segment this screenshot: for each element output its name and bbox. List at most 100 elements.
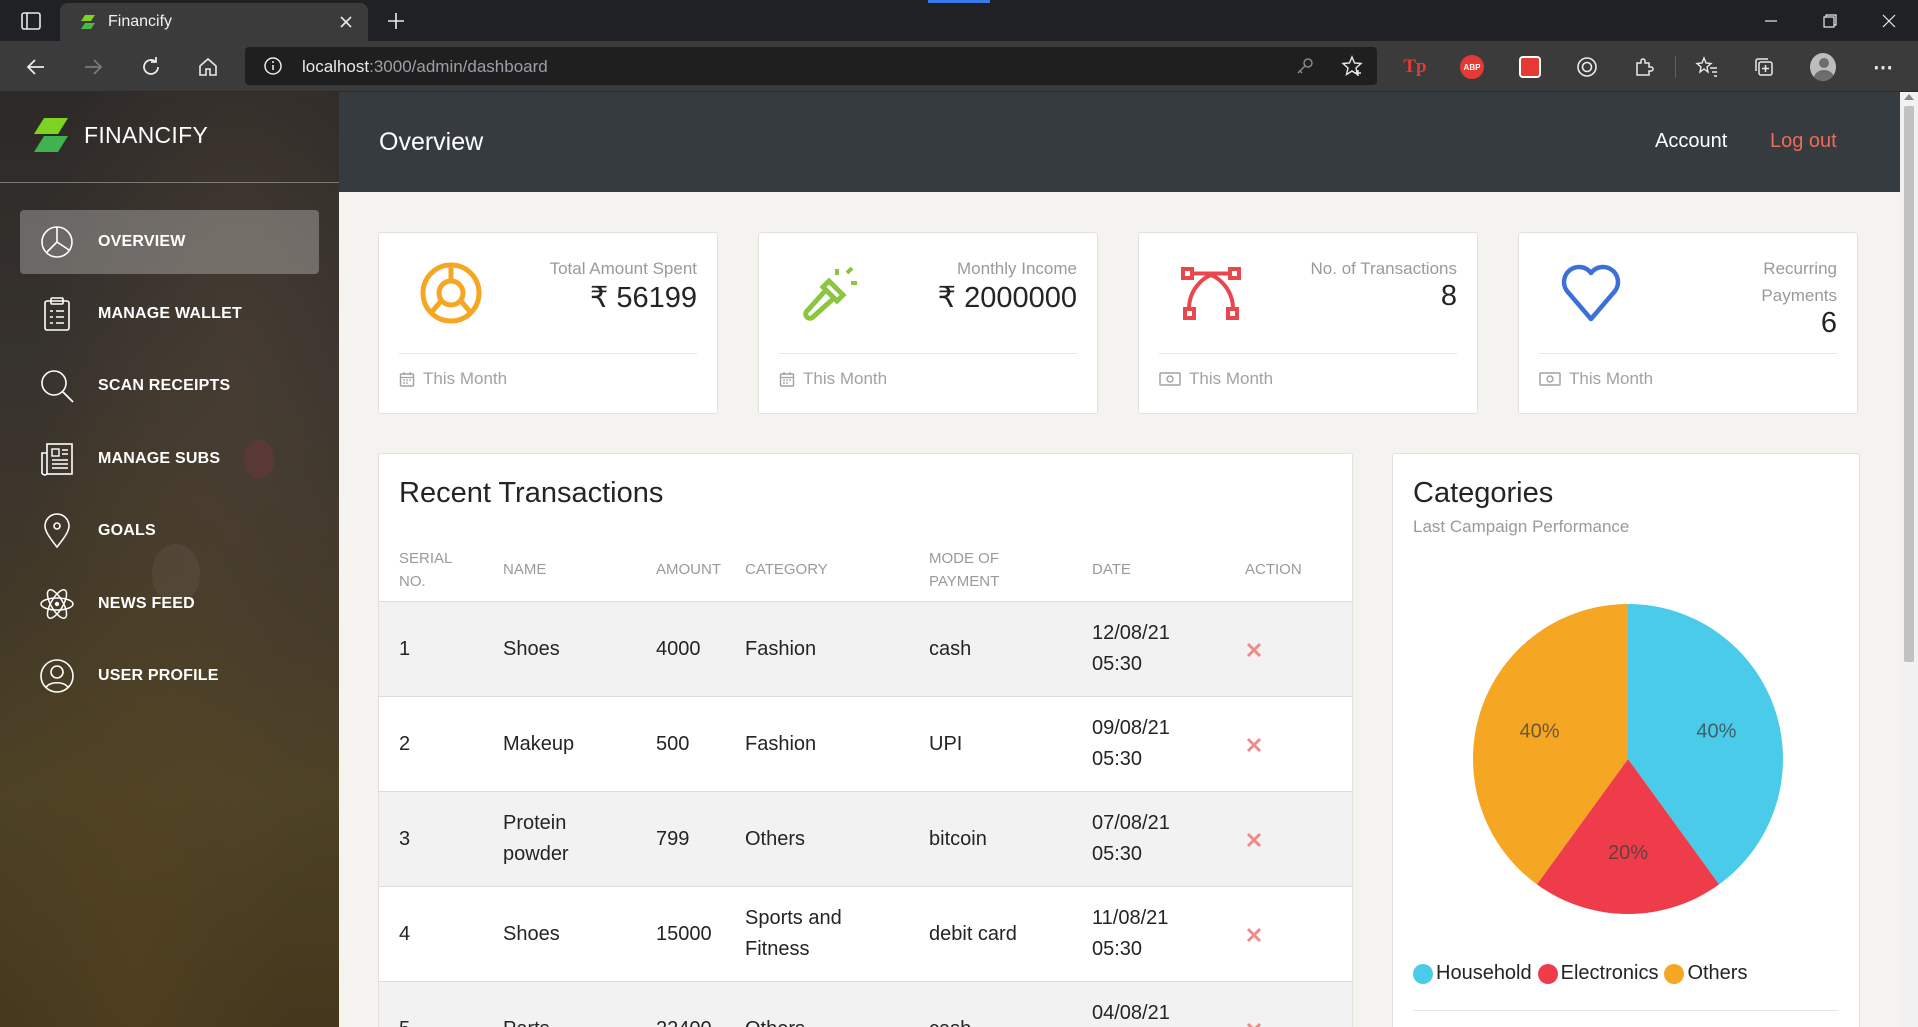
column-header: NAME (503, 561, 547, 578)
clipboard-icon (38, 295, 76, 333)
sidebar-item-overview[interactable]: OVERVIEW (20, 210, 319, 274)
stat-value: ₹ 2000000 (937, 282, 1077, 314)
transactions-title: Recent Transactions (399, 477, 664, 509)
atom-icon (38, 585, 76, 623)
sidebar-item-user-profile[interactable]: USER PROFILE (20, 644, 319, 708)
pie-slice-label: 40% (1520, 720, 1560, 742)
site-info-icon[interactable] (263, 56, 283, 76)
sidebar-item-manage-wallet[interactable]: MANAGE WALLET (20, 282, 319, 346)
column-header: MODE OF PAYMENT (929, 550, 1000, 590)
stat-divider (1159, 353, 1457, 354)
favorites-icon[interactable] (1694, 54, 1720, 80)
cell-serial: 3 (399, 828, 411, 850)
search-icon (38, 367, 76, 405)
delete-icon[interactable] (1246, 927, 1262, 943)
close-window-icon[interactable] (1867, 6, 1911, 36)
chart-legend: Household Electronics Others (1413, 962, 1753, 985)
tab-indicator (928, 0, 990, 3)
tab-actions-icon[interactable] (20, 10, 42, 32)
legend-item-electronics[interactable]: Electronics (1537, 962, 1658, 985)
sidebar-item-scan-receipts[interactable]: SCAN RECEIPTS (20, 354, 319, 418)
legend-item-household[interactable]: Household (1413, 962, 1532, 985)
adblock-extension-icon[interactable]: ABP (1459, 54, 1485, 80)
cell-name: Shoes (503, 638, 560, 660)
browser-tab[interactable]: Financify (60, 3, 368, 41)
sidebar-item-manage-subs[interactable]: MANAGE SUBS (20, 427, 319, 491)
delete-icon[interactable] (1246, 832, 1262, 848)
address-bar[interactable]: localhost:3000/admin/dashboard (245, 47, 1377, 85)
sidebar-item-news-feed[interactable]: NEWS FEED (20, 572, 319, 636)
stat-value: ₹ 56199 (589, 282, 697, 314)
tp-extension-icon[interactable]: Tp (1402, 54, 1428, 80)
stat-card-monthly-income: Monthly Income ₹ 2000000 This Month (758, 232, 1098, 414)
collections-icon[interactable] (1751, 54, 1777, 80)
screenshot-extension-icon[interactable] (1517, 54, 1543, 80)
cell-category: Fashion (745, 638, 817, 660)
cell-date: 09/08/21 (1092, 717, 1170, 739)
more-menu-icon[interactable]: ⋯ (1870, 54, 1896, 80)
top-header: Overview Account Log out (339, 92, 1900, 192)
cell-category: Others (745, 828, 806, 850)
sidebar-item-goals[interactable]: GOALS (20, 499, 319, 563)
home-icon[interactable] (194, 53, 222, 81)
stat-footer-label: This Month (1189, 369, 1274, 388)
minimize-icon[interactable] (1749, 6, 1793, 36)
cell-serial: 1 (399, 638, 411, 660)
table-row: 1 Shoes 4000 Fashion cash 12/08/21 05:30 (379, 601, 1352, 696)
stat-footer: This Month (399, 369, 507, 389)
money-icon (1159, 372, 1181, 386)
account-link[interactable]: Account (1655, 130, 1727, 153)
delete-icon[interactable] (1246, 1022, 1262, 1027)
cell-date: 07/08/21 (1092, 812, 1170, 834)
legend-label: Household (1436, 962, 1532, 984)
cell-mode: cash (929, 1014, 971, 1027)
sidebar: FINANCIFY OVERVIEW MANAGE WALLET SCAN RE… (0, 92, 339, 1027)
pie-slice-label: 40% (1696, 720, 1736, 742)
cell-name: Makeup (503, 733, 575, 755)
new-tab-icon[interactable] (384, 9, 408, 33)
table-row: 3 Protein powder 799 Others bitcoin 07/0… (379, 791, 1352, 886)
stat-footer-label: This Month (1569, 369, 1654, 388)
logout-link[interactable]: Log out (1770, 130, 1837, 153)
pie-slice-label: 20% (1608, 842, 1648, 864)
delete-icon[interactable] (1246, 642, 1262, 658)
brand[interactable]: FINANCIFY (30, 114, 208, 156)
stat-footer-label: This Month (423, 369, 508, 388)
card-divider (1413, 1010, 1839, 1011)
delete-icon[interactable] (1246, 737, 1262, 753)
url-text[interactable]: localhost:3000/admin/dashboard (302, 57, 548, 77)
cell-mode: bitcoin (929, 828, 987, 850)
extensions-icon[interactable] (1631, 54, 1657, 80)
stat-divider (399, 353, 697, 354)
legend-swatch (1664, 963, 1685, 984)
table-header: SERIAL NO. NAME AMOUNT CATEGORY MODE OF … (379, 547, 1354, 601)
page-scrollbar[interactable] (1900, 92, 1918, 1027)
restore-icon[interactable] (1808, 6, 1852, 36)
brand-name: FINANCIFY (84, 121, 209, 148)
stat-title: Monthly Income (957, 259, 1077, 278)
add-favorite-icon[interactable] (1341, 55, 1363, 77)
vector-icon (1181, 267, 1241, 320)
sidebar-item-label: USER PROFILE (98, 667, 219, 684)
key-icon[interactable] (1295, 56, 1315, 76)
calendar-icon (779, 372, 795, 387)
legend-swatch (1537, 963, 1558, 984)
money-icon (1539, 372, 1561, 386)
cell-time: 05:30 (1092, 938, 1143, 960)
scroll-up-icon[interactable] (1904, 94, 1914, 100)
financify-favicon-icon (81, 15, 95, 29)
forward-icon[interactable] (79, 53, 107, 81)
legend-item-others[interactable]: Others (1664, 962, 1747, 985)
close-tab-icon[interactable] (336, 12, 356, 32)
reload-icon[interactable] (137, 53, 165, 81)
user-circle-icon (38, 657, 76, 695)
target-extension-icon[interactable] (1574, 54, 1600, 80)
stat-footer: This Month (1159, 369, 1273, 389)
back-icon[interactable] (22, 53, 50, 81)
stat-divider (779, 353, 1077, 354)
stat-card-transactions: No. of Transactions 8 This Month (1138, 232, 1478, 414)
recent-transactions-card: Recent Transactions SERIAL NO. NAME AMOU… (378, 453, 1353, 1027)
scroll-thumb[interactable] (1904, 106, 1914, 662)
cell-category: Fashion (745, 733, 817, 755)
profile-avatar-icon[interactable] (1810, 53, 1836, 81)
